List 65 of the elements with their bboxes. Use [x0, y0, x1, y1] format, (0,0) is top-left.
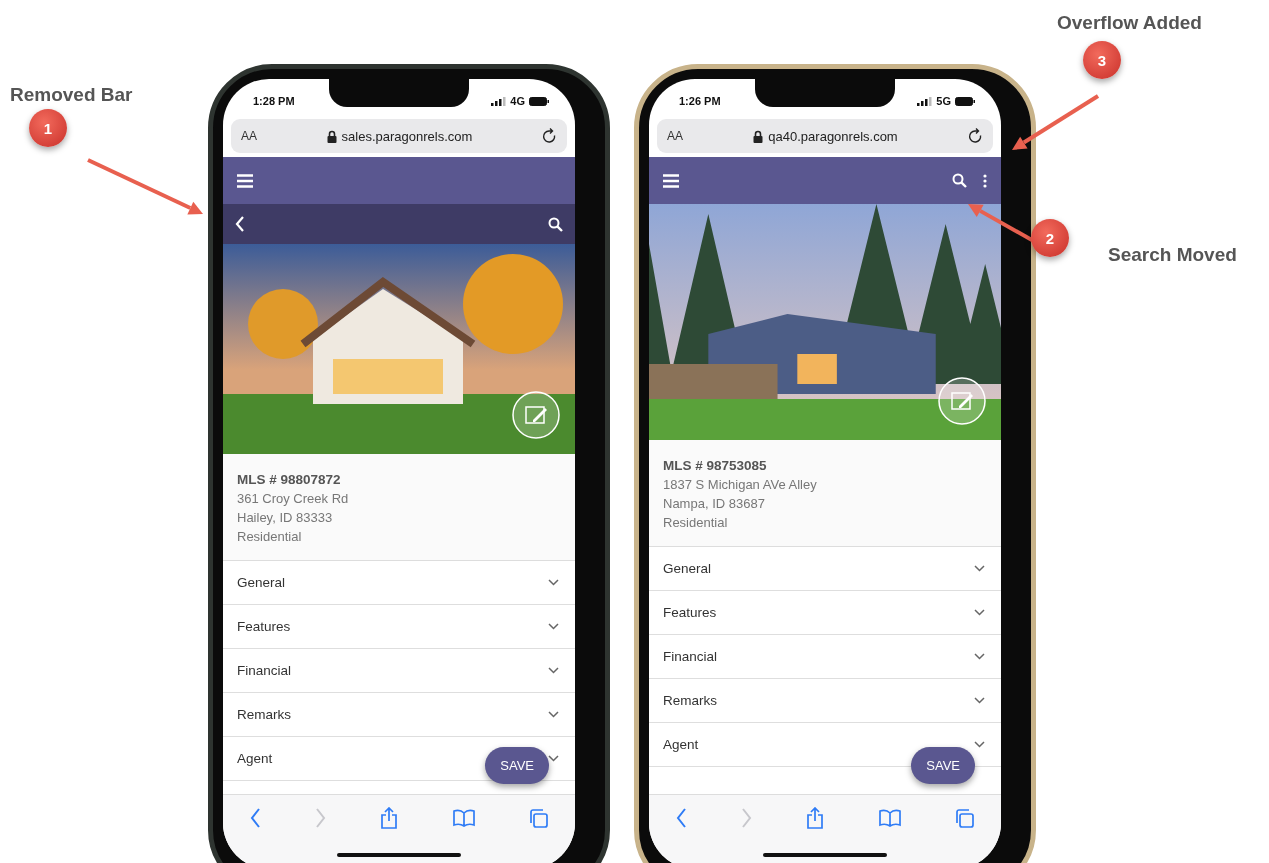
battery-icon [529, 96, 549, 106]
annotation-label: Overflow Added [1057, 12, 1202, 34]
text-size-control[interactable]: AA [667, 129, 683, 143]
save-button[interactable]: SAVE [485, 747, 549, 784]
tabs-icon[interactable] [528, 808, 548, 828]
chevron-down-icon [548, 579, 559, 586]
chevron-down-icon [974, 565, 985, 572]
search-icon[interactable] [952, 173, 967, 188]
property-type: Residential [663, 515, 729, 530]
annotation-label: Search Moved [1108, 244, 1237, 266]
chevron-down-icon [974, 741, 985, 748]
chevron-down-icon [548, 667, 559, 674]
search-icon[interactable] [548, 216, 563, 232]
chevron-down-icon [548, 755, 559, 762]
reload-icon[interactable] [542, 128, 557, 144]
network-label: 5G [936, 95, 951, 107]
photo-edit-icon[interactable] [937, 376, 987, 426]
signal-icon [917, 96, 933, 106]
reload-icon[interactable] [968, 128, 983, 144]
annotation-label: Removed Bar [10, 84, 133, 106]
tabs-icon[interactable] [954, 808, 974, 828]
address-line: 361 Croy Creek Rd [237, 491, 350, 506]
mls-number: MLS # 98753085 [663, 458, 768, 473]
text-size-control[interactable]: AA [241, 129, 257, 143]
accordion-section[interactable]: General [223, 561, 575, 605]
property-type: Residential [237, 529, 303, 544]
share-icon[interactable] [806, 807, 825, 829]
accordion-section[interactable]: Financial [649, 635, 1001, 679]
battery-icon [955, 96, 975, 106]
chevron-down-icon [548, 623, 559, 630]
book-icon[interactable] [878, 809, 901, 827]
save-button[interactable]: SAVE [911, 747, 975, 784]
more-options-icon[interactable] [983, 173, 987, 188]
address-line: Hailey, ID 83333 [237, 510, 334, 525]
number-badge: 2 [1031, 219, 1069, 257]
page-url: qa40.paragonrels.com [768, 128, 898, 144]
lock-icon [753, 129, 764, 143]
chevron-down-icon [974, 653, 985, 660]
menu-icon[interactable] [663, 173, 679, 188]
network-label: 4G [510, 95, 525, 107]
address-bar[interactable]: AA sales.paragonrels.com [231, 119, 567, 153]
accordion-section[interactable]: Remarks [223, 693, 575, 737]
chevron-down-icon [974, 609, 985, 616]
accordion-section[interactable]: Financial [223, 649, 575, 693]
status-time: 1:26 PM [679, 95, 721, 107]
book-icon[interactable] [452, 809, 475, 827]
menu-icon[interactable] [237, 173, 253, 188]
mls-number: MLS # 98807872 [237, 472, 342, 487]
address-bar[interactable]: AA qa40.paragonrels.com [657, 119, 993, 153]
accordion-section[interactable]: Features [649, 591, 1001, 635]
lock-icon [326, 129, 337, 143]
photo-edit-icon[interactable] [511, 390, 561, 440]
accordion-section[interactable]: General [649, 547, 1001, 591]
share-icon[interactable] [380, 807, 399, 829]
signal-icon [491, 96, 507, 106]
status-time: 1:28 PM [253, 95, 295, 107]
address-line: 1837 S Michigan AVe Alley [663, 477, 818, 492]
page-url: sales.paragonrels.com [341, 128, 473, 144]
number-badge: 3 [1083, 41, 1121, 79]
accordion-section[interactable]: Remarks [649, 679, 1001, 723]
address-line: Nampa, ID 83687 [663, 496, 766, 511]
chevron-down-icon [548, 711, 559, 718]
number-badge: 1 [29, 109, 67, 147]
chevron-down-icon [974, 697, 985, 704]
accordion-section[interactable]: Features [223, 605, 575, 649]
